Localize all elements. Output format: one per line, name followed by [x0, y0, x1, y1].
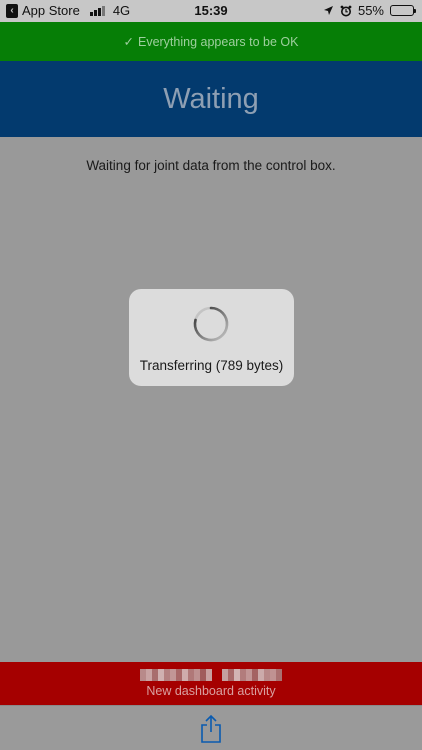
dashboard-activity-text: New dashboard activity — [146, 684, 276, 698]
battery-icon — [390, 5, 416, 16]
bottom-toolbar — [0, 705, 422, 750]
location-arrow-icon — [323, 6, 333, 15]
status-ok-banner: ✓ Everything appears to be OK — [0, 22, 422, 61]
status-right: 55% — [323, 3, 416, 18]
waiting-message: Waiting for joint data from the control … — [86, 158, 336, 173]
redacted-sender-detail — [222, 669, 282, 681]
status-bar: ‹ App Store 4G 15:39 55% — [0, 0, 422, 22]
dashboard-activity-bar[interactable]: New dashboard activity — [0, 662, 422, 705]
battery-percent: 55% — [357, 3, 384, 18]
redacted-sender-name — [140, 669, 212, 681]
spinner-icon — [193, 306, 229, 342]
share-icon[interactable] — [199, 714, 223, 744]
checkmark-icon: ✓ — [123, 35, 134, 49]
alarm-clock-icon — [340, 5, 352, 16]
page-title: Waiting — [163, 82, 259, 115]
page-header: Waiting — [0, 61, 422, 137]
transfer-status-label: Transferring (789 bytes) — [139, 358, 284, 373]
status-ok-text: Everything appears to be OK — [137, 34, 299, 49]
progress-hud: Transferring (789 bytes) — [129, 289, 294, 386]
